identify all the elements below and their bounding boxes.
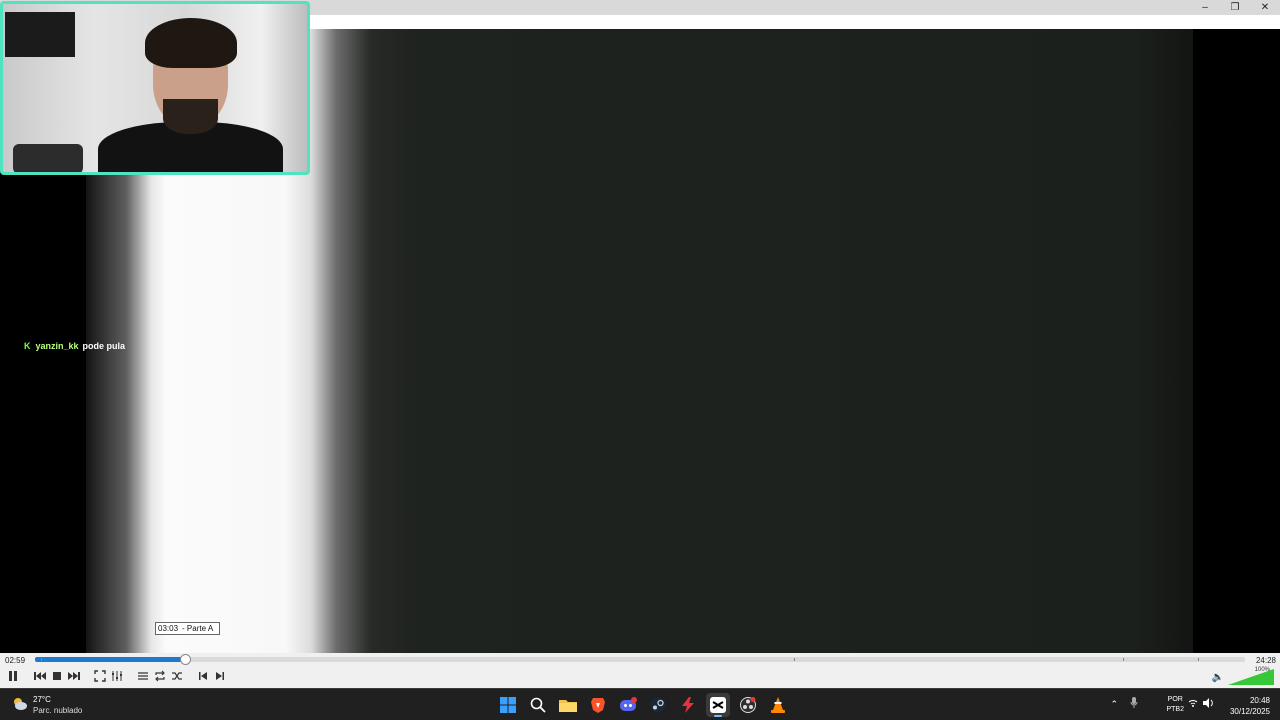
loop-button[interactable] <box>152 669 168 683</box>
brave-browser-button[interactable] <box>586 693 610 717</box>
close-button[interactable]: ✕ <box>1250 0 1280 15</box>
extended-settings-button[interactable] <box>109 669 125 683</box>
fullscreen-icon <box>94 670 106 682</box>
weather-temperature: 27°C <box>33 695 51 704</box>
steam-button[interactable] <box>646 693 670 717</box>
discord-button[interactable] <box>616 693 640 717</box>
clock-date: 30/12/2025 <box>1229 707 1270 716</box>
pause-button[interactable] <box>5 669 21 683</box>
chat-text: pode pula <box>82 341 126 351</box>
fullscreen-button[interactable] <box>92 669 108 683</box>
search-icon <box>530 697 546 713</box>
folder-icon <box>559 700 577 712</box>
shuffle-icon <box>172 672 182 680</box>
windows-icon <box>500 697 516 713</box>
capcut-button[interactable] <box>706 693 730 717</box>
playlist-icon <box>138 672 148 680</box>
obs-icon <box>740 697 756 713</box>
seek-progress <box>35 657 186 662</box>
brave-lion-icon <box>591 698 605 713</box>
file-explorer-button[interactable] <box>556 693 580 717</box>
steam-icon <box>650 697 666 713</box>
chat-username: yanzin_kk <box>35 341 79 351</box>
next-frame-button[interactable] <box>212 669 228 683</box>
seek-handle[interactable] <box>180 654 192 665</box>
obs-button[interactable] <box>736 693 760 717</box>
vlc-cone-icon <box>771 697 785 713</box>
chat-message: Kyanzin_kk pode pula <box>24 341 125 351</box>
taskbar: 27°C Parc. nublado ⌃ POR PTB2 20:48 30/1… <box>0 688 1280 720</box>
volume-slider[interactable]: 100% <box>1228 667 1274 685</box>
clock[interactable]: 20:48 30/12/2025 <box>1230 695 1270 717</box>
minimize-button[interactable]: – <box>1190 0 1220 15</box>
chat-badge: K <box>24 341 31 351</box>
tooltip-chapter: - Parte A <box>182 624 214 633</box>
skip-back-icon <box>199 672 207 680</box>
playlist-button[interactable] <box>135 669 151 683</box>
chapter-marker <box>1197 658 1199 661</box>
windows-start-button[interactable] <box>496 693 520 717</box>
person-beard <box>163 99 218 134</box>
shuffle-button[interactable] <box>169 669 185 683</box>
webcam-overlay <box>0 1 310 175</box>
volume-icon[interactable] <box>1202 698 1214 708</box>
background-window <box>5 12 75 57</box>
headset-object <box>13 144 83 172</box>
person-hair <box>145 18 237 68</box>
input-language[interactable]: POR PTB2 <box>1166 695 1184 715</box>
pause-icon <box>9 671 17 681</box>
loop-icon <box>155 670 165 682</box>
network-icon[interactable] <box>1188 699 1198 707</box>
chapter-marker <box>1122 658 1124 661</box>
weather-condition: Parc. nublado <box>33 706 83 715</box>
player-controls: 02:59 24:28 🔈 100% <box>0 653 1280 688</box>
clock-time: 20:48 <box>1249 696 1270 705</box>
tooltip-time: 03:03 <box>158 624 179 633</box>
taskbar-apps <box>496 693 790 717</box>
stop-icon <box>53 672 61 680</box>
lightning-icon <box>682 697 694 713</box>
search-button[interactable] <box>526 693 550 717</box>
vlc-button[interactable] <box>766 693 790 717</box>
microphone-icon[interactable] <box>1130 697 1138 709</box>
total-time: 24:28 <box>1255 656 1276 665</box>
cloud-sun-icon <box>14 698 27 710</box>
seek-bar[interactable] <box>35 654 1245 665</box>
keyboard-layout: PTB2 <box>1166 706 1184 713</box>
next-button[interactable] <box>66 669 82 683</box>
skip-forward-icon <box>216 672 224 680</box>
volume-label: 100% <box>1254 667 1270 673</box>
chapter-marker <box>41 658 43 661</box>
discord-icon <box>620 697 637 711</box>
previous-frame-button[interactable] <box>195 669 211 683</box>
capcut-icon <box>710 697 726 713</box>
equalizer-icon <box>112 671 122 681</box>
maximize-button[interactable]: ❐ <box>1220 0 1250 15</box>
stop-button[interactable] <box>49 669 65 683</box>
elapsed-time: 02:59 <box>5 656 26 665</box>
previous-button[interactable] <box>32 669 48 683</box>
red-app-button[interactable] <box>676 693 700 717</box>
previous-icon <box>34 672 46 680</box>
chapter-marker <box>793 658 795 661</box>
speaker-icon[interactable]: 🔈 <box>1212 672 1224 683</box>
chevron-up-icon[interactable]: ⌃ <box>1110 699 1118 710</box>
language-code: POR <box>1167 696 1183 703</box>
seek-tooltip: 03:03- Parte A <box>155 622 221 635</box>
next-icon <box>68 672 80 680</box>
